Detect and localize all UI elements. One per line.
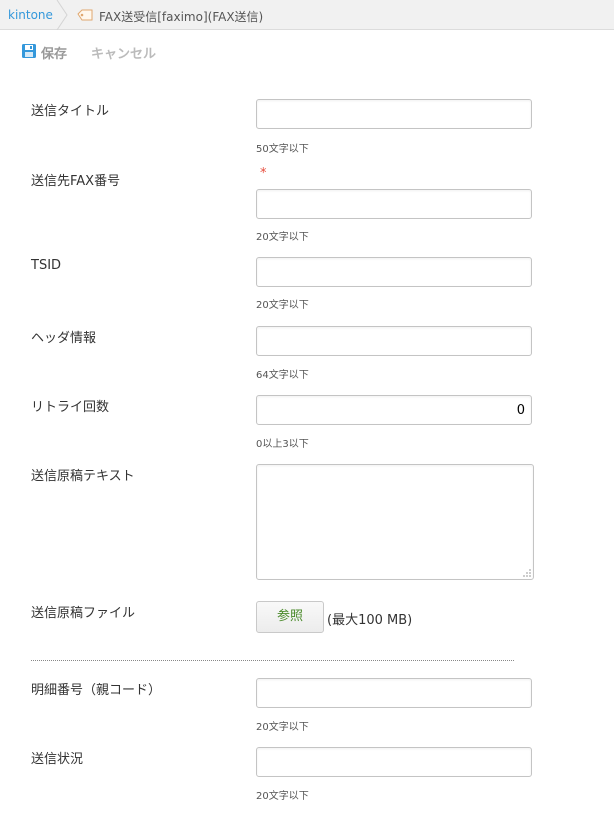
field-hint: 64文字以下 <box>256 370 309 381</box>
resize-grip-icon[interactable] <box>522 568 532 578</box>
field-hint: 20文字以下 <box>256 232 309 243</box>
field-label: 送信先FAX番号 <box>31 174 121 189</box>
field-label: リトライ回数 <box>31 400 110 415</box>
breadcrumb-separator-icon <box>56 0 68 30</box>
save-button-label: 保存 <box>41 47 68 62</box>
field-hint: 50文字以下 <box>256 144 309 155</box>
required-mark: * <box>260 166 267 181</box>
document-text-area[interactable] <box>256 464 534 580</box>
detail-number-input[interactable] <box>256 678 532 708</box>
field-label: 送信状況 <box>31 752 84 767</box>
cancel-button[interactable]: キャンセル <box>91 43 156 62</box>
field-label: ヘッダ情報 <box>31 331 97 346</box>
field-label: 送信原稿テキスト <box>31 469 135 484</box>
header-info-input[interactable] <box>256 326 532 356</box>
retry-count-input[interactable] <box>256 395 532 425</box>
field-label: 送信タイトル <box>31 104 110 119</box>
field-label: 明細番号（親コード） <box>31 683 162 698</box>
section-divider <box>31 660 514 661</box>
field-hint: 20文字以下 <box>256 300 309 311</box>
send-title-input[interactable] <box>256 99 532 129</box>
send-status-input[interactable] <box>256 747 532 777</box>
tsid-input[interactable] <box>256 257 532 287</box>
field-label: TSID <box>31 258 62 273</box>
save-icon <box>22 44 36 58</box>
breadcrumb: kintone FAX送受信[faximo](FAX送信) <box>0 0 614 30</box>
breadcrumb-app-link[interactable]: FAX送受信[faximo](FAX送信) <box>99 8 263 25</box>
field-label: 送信原稿ファイル <box>31 606 136 621</box>
field-hint: 20文字以下 <box>256 722 309 733</box>
breadcrumb-home-link[interactable]: kintone <box>8 8 53 22</box>
app-icon <box>77 9 93 21</box>
fax-number-input[interactable] <box>256 189 532 219</box>
field-hint: 20文字以下 <box>256 791 309 802</box>
file-size-limit: (最大100 MB) <box>327 613 413 628</box>
toolbar: 保存 キャンセル <box>0 31 614 71</box>
field-hint: 0以上3以下 <box>256 439 309 450</box>
browse-button[interactable]: 参照 <box>256 601 324 633</box>
